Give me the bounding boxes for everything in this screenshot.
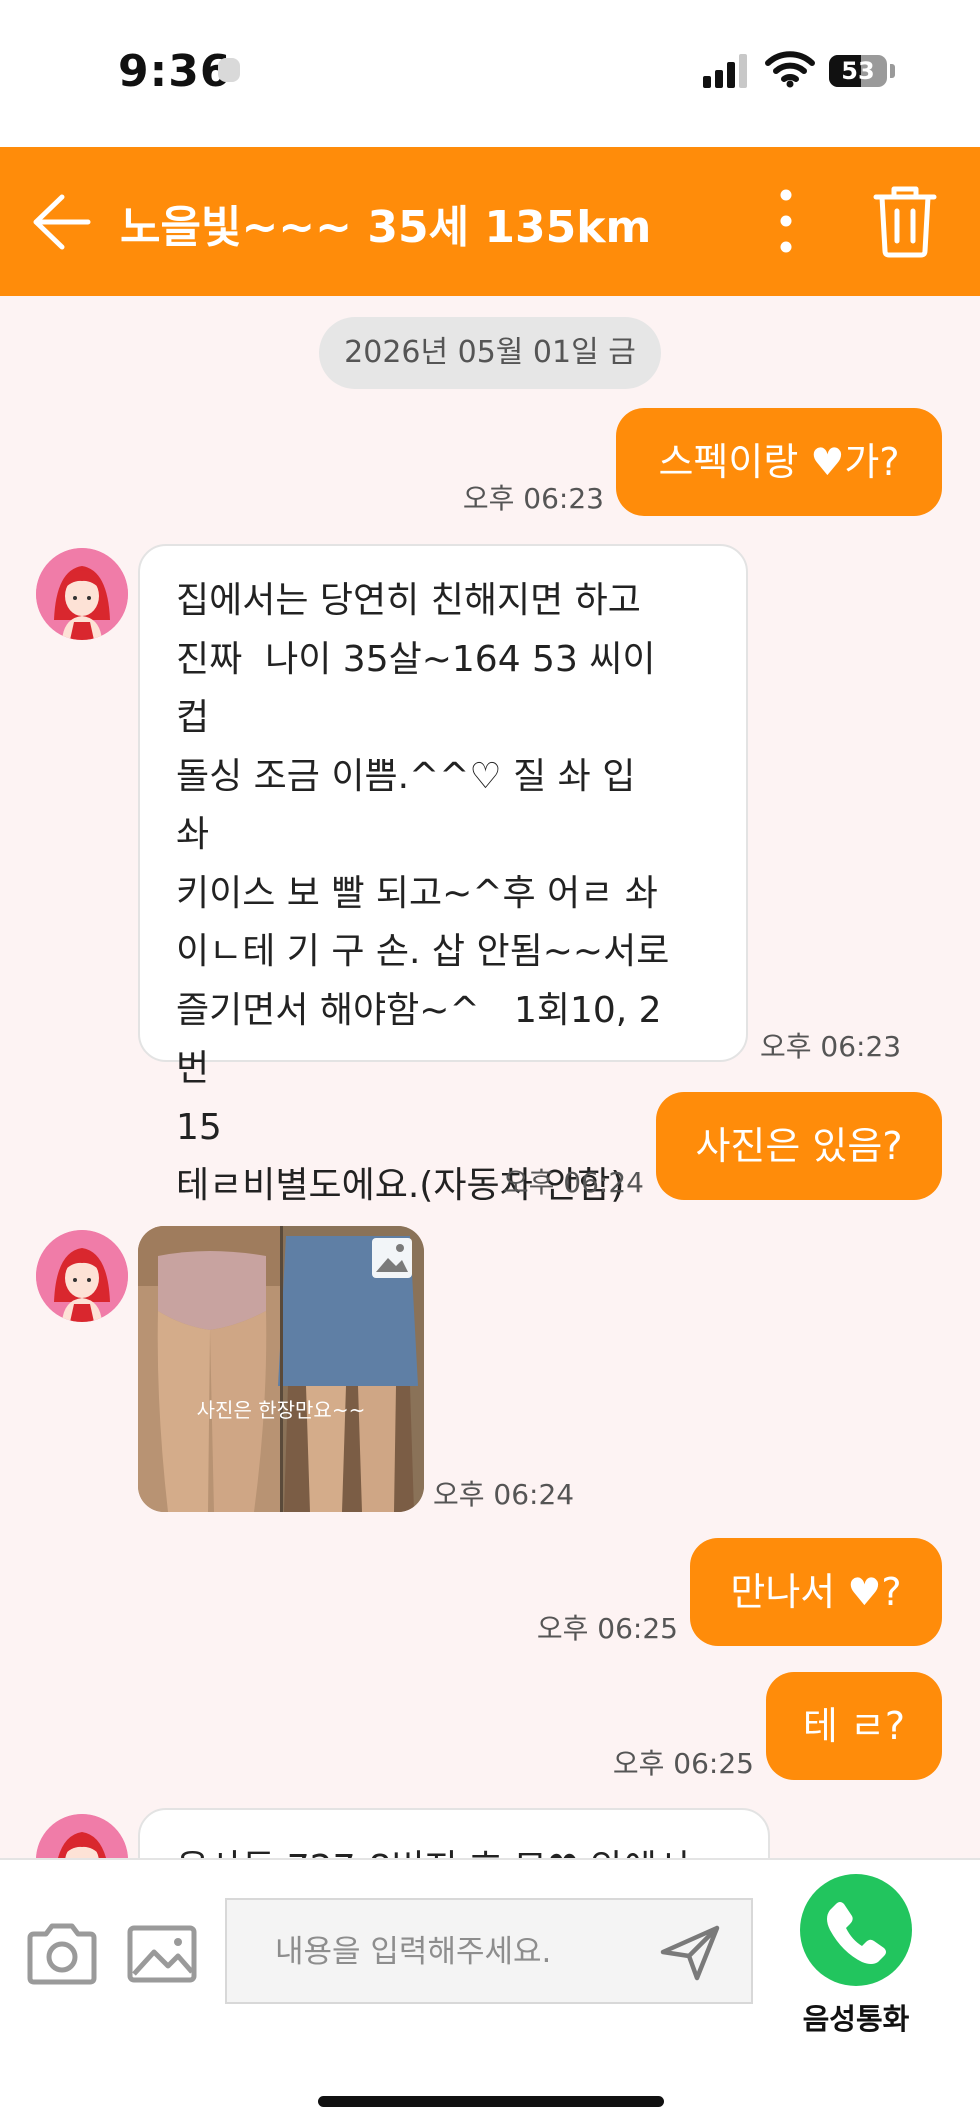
avatar-icon <box>36 1814 128 1858</box>
outgoing-message[interactable]: 스펙이랑 ♥가? <box>616 408 942 516</box>
battery-icon: 53 <box>829 55 887 87</box>
avatar[interactable] <box>36 1814 128 1858</box>
battery-tip <box>890 64 895 78</box>
wifi-icon <box>765 51 815 88</box>
photo-thumbnail <box>138 1226 424 1512</box>
date-separator: 2026년 05월 01일 금 <box>319 317 661 389</box>
message-time: 오후 06:25 <box>536 1612 678 1645</box>
battery-level: 53 <box>841 57 875 85</box>
message-time: 오후 06:23 <box>760 1030 902 1063</box>
message-time: 오후 06:24 <box>433 1478 575 1511</box>
outgoing-message[interactable]: 사진은 있음? <box>656 1092 942 1200</box>
message-time: 오후 06:25 <box>612 1747 754 1780</box>
avatar[interactable] <box>36 548 128 640</box>
outgoing-message[interactable]: 테 ㄹ? <box>766 1672 942 1780</box>
avatar[interactable] <box>36 1230 128 1322</box>
more-options-icon[interactable] <box>766 183 806 259</box>
status-blur <box>218 58 240 82</box>
status-time: 9:36 <box>118 46 232 97</box>
photo-caption: 사진은 한장만요~~ <box>196 1398 366 1422</box>
message-input[interactable] <box>227 1900 697 2004</box>
phone-icon <box>827 1902 886 1964</box>
avatar-icon <box>36 1230 128 1322</box>
voice-call-button[interactable] <box>800 1874 912 1986</box>
status-bar: 9:36 53 <box>0 0 980 147</box>
app-header: 노을빛~~~ 35세 135km <box>0 147 980 296</box>
gallery-icon[interactable] <box>124 1916 200 1992</box>
signal-icon <box>703 52 749 88</box>
voice-call-label: 음성통화 <box>802 2002 910 2036</box>
message-text: 음사동 727-8번지 호 모♥ 앞에서 <box>176 1840 756 1858</box>
avatar-icon <box>36 548 128 640</box>
message-input-box <box>225 1898 753 2004</box>
chat-area[interactable]: 2026년 05월 01일 금 스펙이랑 ♥가? 오후 06:23 집에서는 당… <box>0 296 980 1858</box>
home-indicator <box>318 2096 664 2107</box>
trash-icon[interactable] <box>870 181 940 261</box>
incoming-message[interactable]: 집에서는 당연히 친해지면 하고 진짜 나이 35살~164 53 씨이컵 돌싱… <box>138 544 748 1206</box>
back-arrow-icon[interactable] <box>26 187 96 257</box>
outgoing-message[interactable]: 만나서 ♥? <box>690 1538 942 1646</box>
chat-partner-title: 노을빛~~~ 35세 135km <box>120 202 652 253</box>
send-icon[interactable] <box>657 1922 723 1982</box>
incoming-message[interactable]: 음사동 727-8번지 호 모♥ 앞에서 <box>138 1808 770 1858</box>
photo-attachment[interactable]: 사진은 한장만요~~ <box>138 1226 424 1512</box>
message-text: 집에서는 당연히 친해지면 하고 진짜 나이 35살~164 53 씨이컵 돌싱… <box>176 580 670 1206</box>
message-time: 오후 06:23 <box>462 482 604 515</box>
camera-icon[interactable] <box>24 1916 100 1992</box>
message-time: 오후 06:24 <box>502 1166 644 1199</box>
message-composer: 음성통화 <box>0 1858 980 2126</box>
